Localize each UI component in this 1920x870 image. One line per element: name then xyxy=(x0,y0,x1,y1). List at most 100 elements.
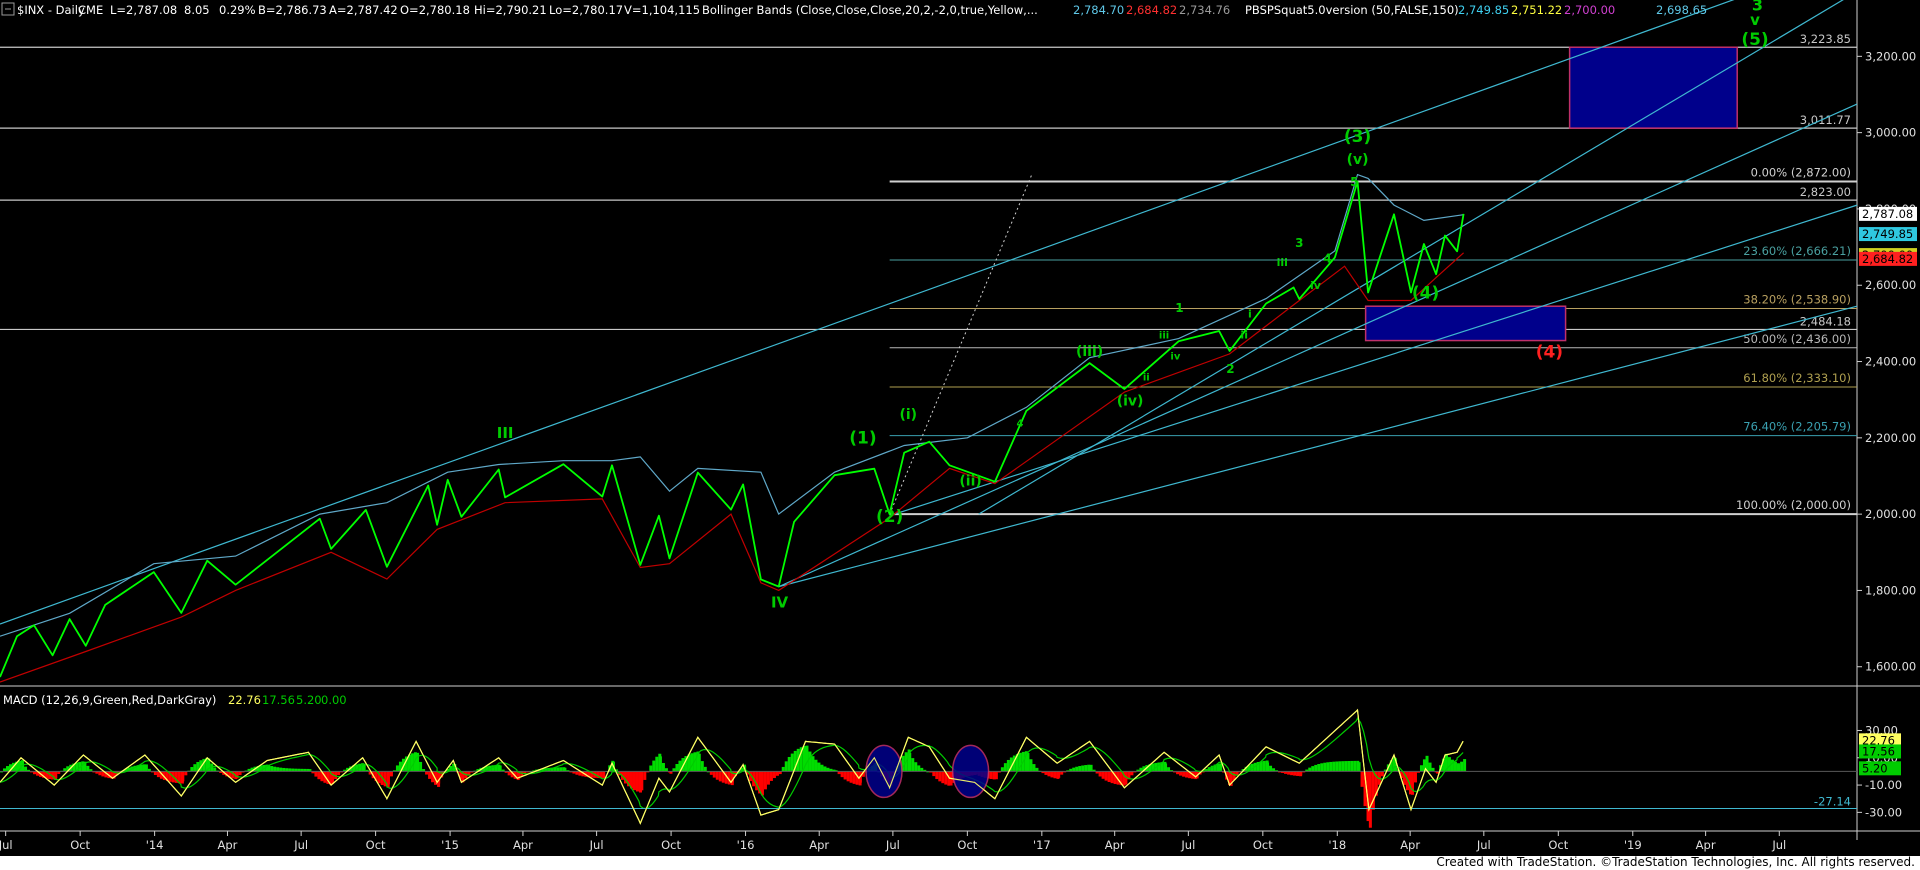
macd-histogram-bar xyxy=(1326,762,1330,772)
macd-histogram-bar xyxy=(1026,753,1030,772)
header-pbs-v4: 2,698.65 xyxy=(1656,3,1707,17)
time-tick-label: Jul xyxy=(1180,838,1195,852)
macd-histogram-bar xyxy=(428,771,432,779)
macd-histogram-bar xyxy=(935,771,939,780)
macd-histogram-bar xyxy=(712,771,716,778)
macd-histogram-bar xyxy=(814,759,818,772)
macd-histogram-bar xyxy=(661,762,665,772)
macd-histogram-bar xyxy=(760,771,764,796)
macd-histogram-bar xyxy=(846,771,850,782)
macd-histogram-bar xyxy=(314,771,318,777)
macd-histogram-bar xyxy=(1413,771,1417,783)
time-tick-label: Apr xyxy=(1105,838,1125,852)
macd-histogram-bar xyxy=(1357,762,1361,772)
wave-label: IV xyxy=(771,594,789,612)
header-ask: A=2,787.42 xyxy=(329,3,398,17)
macd-histogram-bar xyxy=(640,771,644,791)
macd-histogram-bar xyxy=(1139,767,1143,772)
macd-histogram-bar xyxy=(1047,771,1051,777)
macd-histogram-bar xyxy=(763,771,767,790)
header-change: 8.05 xyxy=(184,3,210,17)
header-open: O=2,780.18 xyxy=(400,3,470,17)
macd-histogram-bar xyxy=(1269,765,1273,772)
macd-histogram-bar xyxy=(781,766,785,772)
header-bb-label: Bollinger Bands (Close,Close,Close,20,2,… xyxy=(702,3,1038,17)
macd-histogram-bar xyxy=(1050,771,1054,778)
macd-histogram-bar xyxy=(655,756,659,772)
time-tick-label: '14 xyxy=(146,838,164,852)
macd-histogram-bar xyxy=(917,765,921,772)
svg-text:MACD (12,26,9,Green,Red,DarkGr: MACD (12,26,9,Green,Red,DarkGray) 22.76 … xyxy=(3,693,347,707)
macd-histogram-bar xyxy=(1029,759,1033,772)
header-high: Hi=2,790.21 xyxy=(474,3,547,17)
macd-histogram-bar xyxy=(775,771,779,776)
time-tick-label: Oct xyxy=(1548,838,1568,852)
macd-histogram-bar xyxy=(389,771,393,777)
macd-histogram-bar xyxy=(1332,761,1336,772)
price-tick-label: 2,600.00 xyxy=(1865,278,1916,292)
macd-histogram-bar xyxy=(181,771,185,782)
macd-histogram-bar xyxy=(213,767,217,772)
macd-histogram-bar xyxy=(635,771,639,792)
macd-histogram-bar xyxy=(643,771,647,780)
header-volume: V=1,104,115 xyxy=(624,3,700,17)
wave-label: (2) xyxy=(876,507,903,527)
macd-label: MACD (12,26,9,Green,Red,DarkGray) xyxy=(3,693,216,707)
macd-histogram-bar xyxy=(914,762,918,772)
macd-v3: 5.20 xyxy=(296,693,322,707)
macd-histogram-bar xyxy=(563,767,567,772)
macd-histogram-bar xyxy=(1329,761,1333,772)
price-tick-label: 1,800.00 xyxy=(1865,583,1916,597)
header-pbs-v3: 2,700.00 xyxy=(1564,3,1615,17)
macd-histogram-bar xyxy=(1323,762,1327,772)
header-bb-v3: 2,734.76 xyxy=(1179,3,1230,17)
macd-histogram-bar xyxy=(1368,771,1372,828)
macd-histogram-bar xyxy=(395,765,399,772)
macd-histogram-bar xyxy=(718,771,722,782)
fib-label: 50.00% (2,436.00) xyxy=(1743,332,1851,346)
wave-label: i xyxy=(1248,307,1252,320)
macd-histogram-bar xyxy=(1335,761,1339,772)
macd-histogram-bar xyxy=(1371,771,1375,810)
level-label: 2,484.18 xyxy=(1800,314,1851,328)
macd-histogram-bar xyxy=(843,771,847,780)
wave-label: (4) xyxy=(1412,284,1439,304)
wave-label: iii xyxy=(1159,331,1169,342)
fib-label: 76.40% (2,205.79) xyxy=(1743,420,1851,434)
header-symbol: $INX - Daily xyxy=(17,3,85,17)
time-tick-label: Apr xyxy=(513,838,533,852)
macd-histogram-bar xyxy=(1107,771,1111,783)
macd-histogram-bar xyxy=(787,756,791,772)
macd-histogram-bar xyxy=(86,765,90,772)
macd-histogram-bar xyxy=(941,771,945,784)
time-tick-label: Oct xyxy=(661,838,681,852)
macd-v2: 17.56 xyxy=(262,693,295,707)
macd-histogram-bar xyxy=(1089,764,1093,772)
time-tick-label: Apr xyxy=(218,838,238,852)
time-tick-label: Oct xyxy=(1253,838,1273,852)
macd-histogram-bar xyxy=(1453,761,1457,772)
wave-label: (iii) xyxy=(1076,344,1103,360)
header-exchange: CME xyxy=(78,3,103,17)
time-tick-label: Oct xyxy=(957,838,977,852)
fib-label: 0.00% (2,872.00) xyxy=(1751,165,1851,179)
header-pbs-v1: 2,749.85 xyxy=(1458,3,1509,17)
macd-histogram-bar xyxy=(1320,763,1324,772)
wave-label: 1 xyxy=(1175,301,1183,315)
price-tag-label: 2,787.08 xyxy=(1862,207,1913,221)
macd-histogram-bar xyxy=(932,771,936,777)
macd-histogram-bar xyxy=(1341,761,1345,772)
macd-histogram-bar xyxy=(1078,766,1082,772)
macd-histogram-bar xyxy=(826,767,830,772)
wave-label: III xyxy=(497,424,514,442)
wave-label: iv xyxy=(1310,279,1322,292)
price-tick-label: 3,000.00 xyxy=(1865,126,1916,140)
wave-label: 2 xyxy=(1226,362,1234,376)
chart-background xyxy=(0,0,1920,870)
svg-text:$INX - Daily CME L: $INX - Daily CME L=2,787.08 8.05 0.29% B… xyxy=(17,3,1707,17)
wave-label: (5) xyxy=(1741,30,1768,50)
price-tick-label: 1,600.00 xyxy=(1865,660,1916,674)
time-tick-label: Oct xyxy=(70,838,90,852)
macd-histogram-bar xyxy=(6,766,9,772)
fib-label: 61.80% (2,333.10) xyxy=(1743,371,1851,385)
